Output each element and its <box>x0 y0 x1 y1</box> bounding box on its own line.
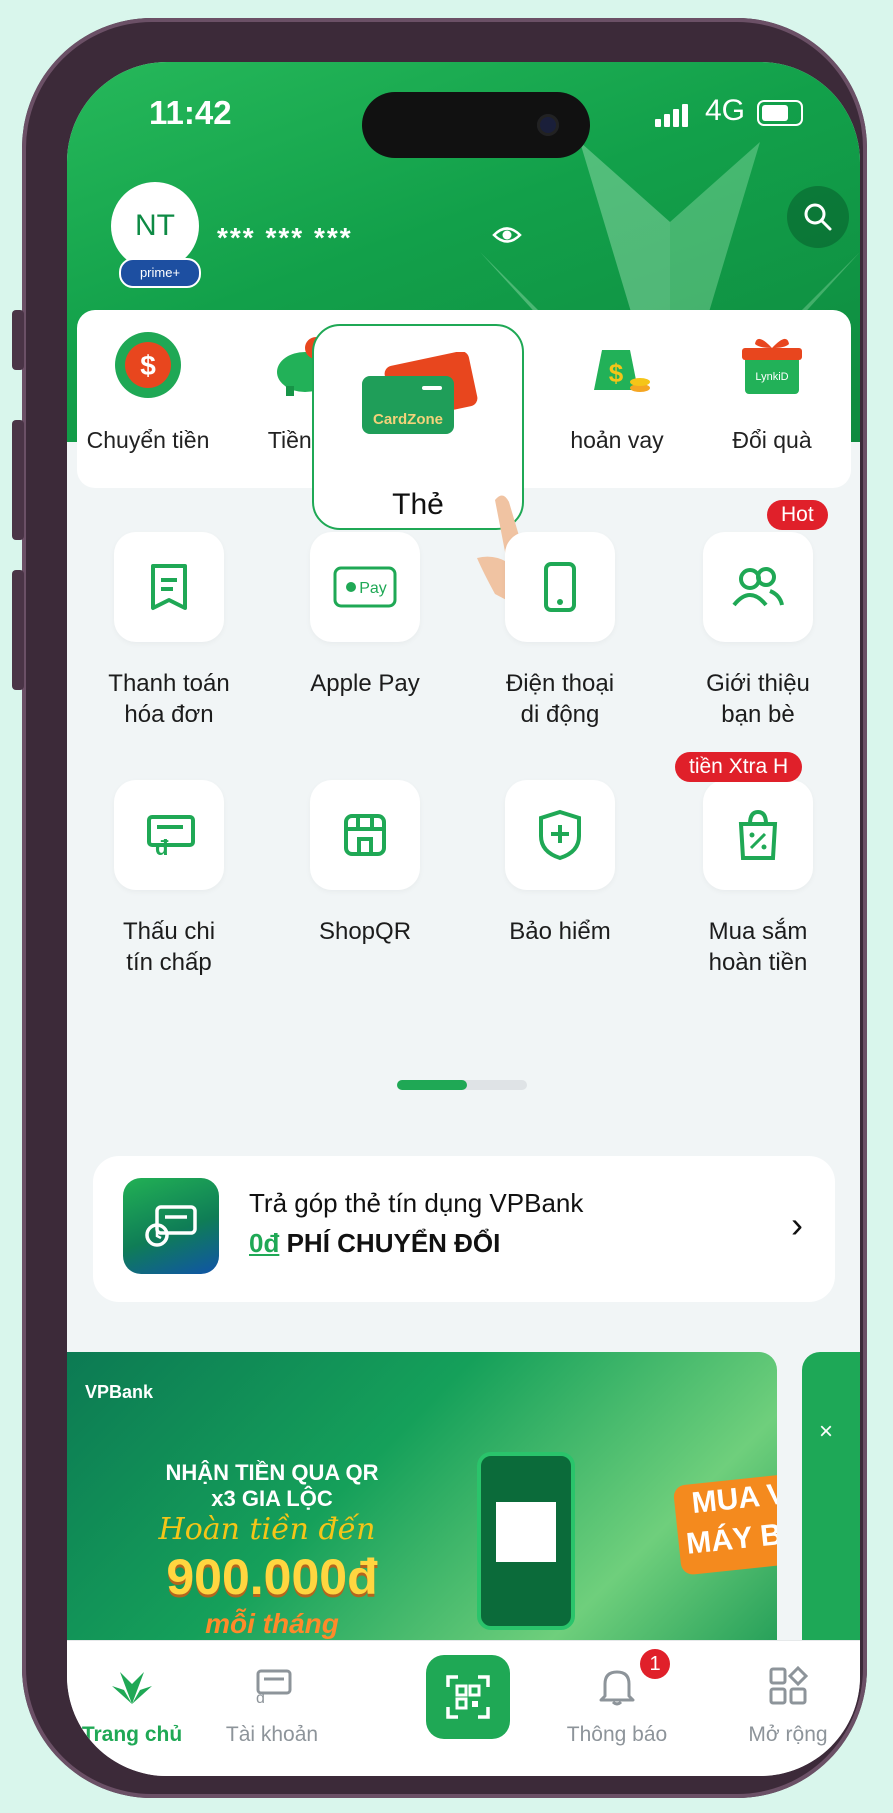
quick-action-label: hoản vay <box>570 427 664 453</box>
service-bill-payment[interactable]: Thanh toán hóa đơn <box>79 532 259 730</box>
quick-action-transfer[interactable]: $ Chuyển tiền <box>73 330 223 454</box>
nav-label: Trang chủ <box>81 1723 183 1746</box>
service-refer-friends[interactable]: Giới thiệu bạn bè <box>668 532 848 730</box>
service-cashback-shopping[interactable]: Mua sắm hoàn tiền <box>668 780 848 978</box>
quick-action-label: Đổi quà <box>732 427 812 453</box>
shop-icon <box>344 814 386 856</box>
service-overdraft[interactable]: đ Thấu chi tín chấp <box>79 780 259 978</box>
svg-text:đ: đ <box>256 1690 265 1705</box>
service-label: Bảo hiểm <box>509 918 611 945</box>
svg-text:$: $ <box>609 358 624 388</box>
svg-text:$: $ <box>140 350 156 381</box>
service-insurance[interactable]: Bảo hiểm <box>470 780 650 947</box>
quick-action-loan[interactable]: $ hoản vay <box>542 330 692 454</box>
banner-line1: NHẬN TIỀN QUA QR <box>165 1460 379 1485</box>
service-shopqr[interactable]: ShopQR <box>275 780 455 947</box>
card-zone-text: CardZone <box>373 411 443 428</box>
prime-badge: prime+ <box>119 258 201 288</box>
network-label: 4G <box>705 94 746 127</box>
friends-icon <box>732 567 784 607</box>
receipt-icon <box>151 564 187 610</box>
money-bag-icon: $ <box>594 350 650 392</box>
search-button[interactable] <box>787 186 849 248</box>
service-label: Apple Pay <box>310 670 420 697</box>
svg-text:đ: đ <box>155 835 169 857</box>
phone-icon <box>544 562 576 612</box>
banner-line4: mỗi tháng <box>205 1608 339 1639</box>
installment-icon-box <box>123 1178 219 1274</box>
nav-notifications[interactable]: Thông báo <box>542 1661 692 1747</box>
phone-volume-down <box>12 570 24 690</box>
chevron-right-icon: › <box>791 1204 803 1245</box>
qr-scan-icon <box>446 1675 490 1719</box>
service-label: Mua sắm hoàn tiền <box>708 918 808 976</box>
nav-home[interactable]: Trang chủ <box>67 1661 207 1747</box>
apple-pay-icon: Pay <box>333 566 397 608</box>
banner-line2: x3 GIA LỘC <box>211 1486 333 1511</box>
promo-title: Trả góp thẻ tín dụng VPBank <box>249 1188 584 1218</box>
search-icon <box>804 203 832 231</box>
card-zone-icon: CardZone <box>362 352 478 434</box>
signal-icon <box>655 104 688 127</box>
quick-action-gift[interactable]: LynkiD Đổi quà <box>697 330 847 454</box>
banner-brand: VPBank <box>85 1382 154 1402</box>
transfer-icon: $ <box>115 332 181 398</box>
next-banner-peek[interactable] <box>802 1352 860 1672</box>
nav-more[interactable]: Mở rộng <box>713 1661 860 1747</box>
service-label: Điện thoại di động <box>505 670 615 728</box>
battery-icon <box>757 100 803 126</box>
camera-dot <box>537 114 559 136</box>
apple-pay-icon-text: Pay <box>359 580 387 597</box>
shield-icon <box>539 809 581 861</box>
eye-icon[interactable] <box>492 224 522 246</box>
page-indicator-active <box>397 1080 467 1090</box>
avatar[interactable]: NT <box>111 182 199 270</box>
nav-label: Mở rộng <box>748 1723 828 1746</box>
banner-phone-image <box>477 1452 575 1630</box>
installment-icon <box>145 1205 197 1247</box>
page-indicator <box>397 1080 527 1090</box>
shopping-bag-icon <box>738 809 778 860</box>
overdraft-icon: đ <box>147 815 195 857</box>
home-icon <box>112 1672 152 1704</box>
service-apple-pay[interactable]: Pay Apple Pay <box>275 532 455 699</box>
promo-subtitle: 0đ PHÍ CHUYỂN ĐỔI <box>249 1228 500 1259</box>
nav-label: Tài khoản <box>225 1723 319 1746</box>
balance-masked: *** *** *** <box>217 222 353 253</box>
phone-volume-up <box>12 420 24 540</box>
gift-icon: LynkiD <box>742 338 802 394</box>
banner-flight-badge: MUA VÉ MÁY BAY <box>672 1470 777 1576</box>
promo-banner[interactable]: VPBank NHẬN TIỀN QUA QR x3 GIA LỘC Hoàn … <box>67 1352 777 1672</box>
banner-line3: Hoàn tiền đến <box>158 1512 376 1547</box>
notification-badge: 1 <box>640 1649 670 1679</box>
xtra-badge: tiền Xtra H <box>675 752 803 782</box>
installment-promo-card[interactable]: Trả góp thẻ tín dụng VPBank 0đ PHÍ CHUYỂ… <box>93 1156 835 1302</box>
nav-label: Thông báo <box>566 1723 668 1746</box>
service-label: Giới thiệu bạn bè <box>706 670 810 728</box>
service-label: Thấu chi tín chấp <box>122 918 216 976</box>
close-icon[interactable]: × <box>819 1418 833 1446</box>
service-mobile-topup[interactable]: Điện thoại di động <box>470 532 650 730</box>
service-label: Thanh toán hóa đơn <box>108 670 230 728</box>
promo-fee-text: PHÍ CHUYỂN ĐỔI <box>286 1228 501 1258</box>
bell-icon <box>599 1670 635 1706</box>
banner-amount: 900.000đ <box>166 1549 378 1605</box>
hot-badge: Hot <box>767 500 828 530</box>
nav-account[interactable]: đ Tài khoản <box>197 1661 347 1747</box>
bottom-nav: Trang chủ đ Tài khoản Thông báo 1 Mở rộn… <box>67 1640 860 1776</box>
app-screen: 11:42 4G NT prime+ *** *** *** $ Chuyển … <box>67 62 860 1776</box>
qr-code-image <box>496 1502 556 1562</box>
status-time: 11:42 <box>149 94 232 131</box>
svg-text:LynkiD: LynkiD <box>755 371 788 383</box>
grid-icon <box>769 1666 808 1705</box>
promo-fee-amount: 0đ <box>249 1228 280 1258</box>
nav-qr-scan[interactable] <box>426 1655 510 1739</box>
quick-action-label: Chuyển tiền <box>86 427 210 453</box>
phone-side-button <box>12 310 24 370</box>
account-icon: đ <box>256 1669 292 1705</box>
service-label: ShopQR <box>318 918 412 945</box>
